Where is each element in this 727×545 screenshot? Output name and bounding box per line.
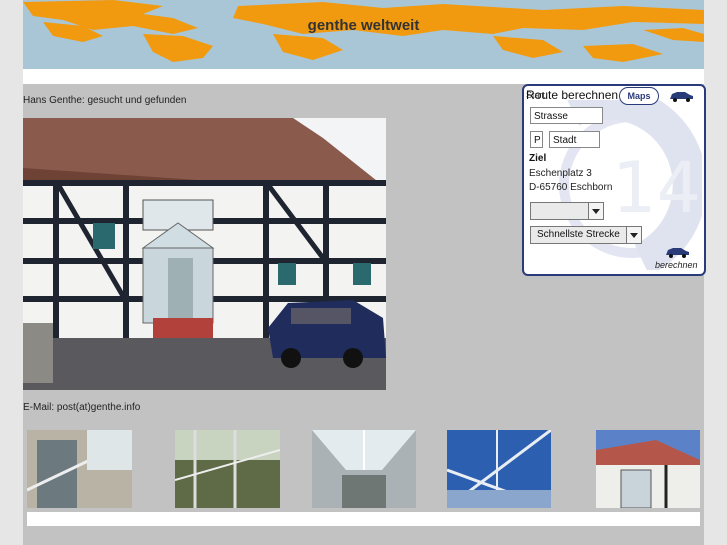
calculate-car-icon[interactable] <box>664 246 690 258</box>
destination-city: D-65760 Eschborn <box>529 182 613 193</box>
start-city-input[interactable]: Stadt <box>549 131 600 148</box>
site-title: genthe weltweit <box>307 17 420 34</box>
thumbnail-house-exterior[interactable] <box>596 430 700 508</box>
start-plz-input[interactable]: P <box>530 131 543 148</box>
chevron-down-icon <box>588 203 603 219</box>
thumbnail-glass-interior[interactable] <box>175 430 280 508</box>
calculate-route-link[interactable]: berechnen <box>655 260 698 270</box>
start-street-input[interactable]: Strasse <box>530 107 603 124</box>
transport-select[interactable] <box>530 202 604 220</box>
tagline-text: Hans Genthe: gesucht und gefunden <box>23 95 187 106</box>
route-planner-widget: 14 Start Route berechnen Maps Strasse P … <box>522 84 706 276</box>
thumbnail-glass-roof[interactable] <box>447 430 551 508</box>
footer-bar <box>27 512 700 526</box>
header-banner: genthe weltweit <box>23 0 704 69</box>
route-planner-title: Route berechnen <box>526 88 619 102</box>
world-map-graphic <box>23 0 704 69</box>
thumbnail-staircase[interactable] <box>27 430 132 508</box>
route-type-select[interactable]: Schnellste Strecke <box>530 226 642 244</box>
svg-text:14: 14 <box>612 147 701 229</box>
thumbnail-atrium[interactable] <box>312 430 416 508</box>
chevron-down-icon <box>626 227 641 243</box>
destination-label: Ziel <box>529 153 547 164</box>
maps-logo[interactable]: Maps <box>619 87 659 105</box>
nav-bar <box>23 69 704 84</box>
car-icon <box>670 92 693 102</box>
page-container: genthe weltweit Hans Genthe: gesucht und… <box>23 0 706 545</box>
destination-street: Eschenplatz 3 <box>529 168 592 179</box>
main-house-photo <box>23 118 386 390</box>
route-type-value: Schnellste Strecke <box>537 229 620 240</box>
contact-email: E-Mail: post(at)genthe.info <box>23 402 141 413</box>
